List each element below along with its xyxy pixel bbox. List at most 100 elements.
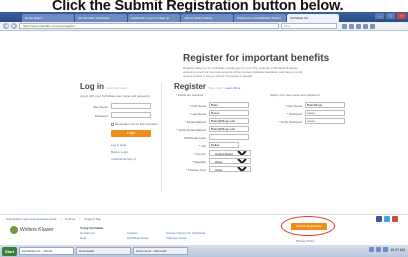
forward-icon[interactable]: ▶ [11, 23, 17, 29]
twitter-icon[interactable] [384, 216, 390, 222]
print-icon[interactable] [363, 23, 368, 29]
footer-link[interactable]: Subscription and License Agreements [6, 217, 56, 221]
zip-label: ZIP/Postal Code [184, 136, 206, 140]
remember-label: Remember me on this computer [115, 122, 158, 126]
practice-type-select[interactable]: Other [209, 166, 251, 172]
login-heading: Log in (returning User) [80, 82, 128, 91]
browser-tab-active[interactable]: UpToDate Inc. [287, 14, 339, 22]
footer-nav: Subscription and License Agreements | Po… [0, 214, 408, 223]
footer-link[interactable]: Training Center [166, 236, 205, 241]
googleplus-icon[interactable] [392, 216, 398, 222]
browser-tab[interactable]: Yahoo! Online Dating [181, 14, 233, 22]
verify-email-label: * Verify Email Address [176, 128, 206, 132]
specialty-select[interactable]: Other [209, 158, 251, 164]
first-name-input[interactable]: Brian [209, 102, 249, 108]
footer-link[interactable]: Help [80, 236, 103, 241]
city-label: * City [198, 144, 206, 148]
browser-tab[interactable]: Welcome to Ovid/Wolters Kluwer [234, 14, 286, 22]
password-label: Password [94, 114, 108, 118]
minimize-icon[interactable]: – [375, 13, 384, 19]
username-label: User Name [92, 105, 108, 109]
footer-link[interactable]: Support Tag [84, 217, 100, 221]
login-links: Log in Help Before Login Institutional S… [111, 143, 161, 161]
login-password-input[interactable] [111, 112, 151, 118]
verify-email-input[interactable]: Brian@Mingo.edu [209, 126, 249, 132]
separator: | [79, 217, 81, 221]
browser-window: Home Reach UK Journals: Subscribe Facebo… [0, 12, 408, 257]
maximize-icon[interactable]: □ [386, 13, 395, 19]
before-login-link[interactable]: Before Login [111, 150, 161, 154]
city-input[interactable]: Dallas [209, 142, 239, 148]
wolters-kluwer-logo: Wolters Kluwer [10, 226, 54, 234]
register-notes: * Fields are required Select your user n… [174, 93, 346, 99]
url-input[interactable]: https://www.uptodate.com/user/register [19, 23, 279, 29]
taskbar-item[interactable]: Document1 - Microsoft [133, 247, 189, 255]
practice-type-label: * Practice Type [185, 168, 206, 172]
facebook-icon[interactable] [376, 216, 382, 222]
footer-column-2: Careers UpToDate News [127, 226, 149, 241]
user-name-input[interactable]: BrianMingo [305, 102, 345, 108]
start-button[interactable]: Start [2, 246, 18, 256]
footer-link[interactable]: Policies [65, 217, 75, 221]
browser-tab[interactable]: Facebook | Log in or Sign up [128, 14, 180, 22]
first-name-label: * First Name [189, 104, 206, 108]
last-name-label: * Last Name [189, 112, 206, 116]
taskbar-item[interactable]: Downloads [76, 247, 132, 255]
address-bar: ◀ ▶ https://www.uptodate.com/user/regist… [0, 22, 408, 31]
register-heading: Register (New User) Learn More [174, 82, 241, 91]
footer-column-3: Access Options for UpToDate Training Cen… [166, 226, 205, 241]
login-intro: Log in with your UpToDate user name and … [80, 94, 151, 98]
page-title: Register for important benefits [183, 53, 330, 64]
favorites-icon[interactable] [349, 23, 354, 29]
toolbar-icons [342, 23, 375, 29]
user-name-label: * User Name [284, 104, 302, 108]
institutional-signin-link[interactable]: Institutional Sign In [111, 157, 161, 161]
footer-column-1: Using UpToDate Contact Us Help [80, 226, 103, 241]
last-name-input[interactable]: Rosse [209, 110, 249, 116]
back-icon[interactable]: ◀ [3, 23, 9, 29]
clock: 10:07 AM [390, 247, 405, 252]
zip-input[interactable] [209, 134, 249, 140]
security-icon[interactable] [383, 247, 389, 252]
taskbar-item[interactable]: UpToDate Inc. - Windo [19, 247, 75, 255]
page-content: Register for important benefits Register… [0, 31, 408, 245]
feeds-icon[interactable] [356, 23, 361, 29]
verify-password-label: * Verify Password [278, 120, 302, 124]
footer-link[interactable]: UpToDate News [127, 236, 149, 241]
tab-bar: Home Reach UK Journals: Subscribe Facebo… [0, 12, 408, 22]
window-controls: – □ × [375, 13, 406, 19]
separator: | [60, 217, 62, 221]
system-tray: 10:07 AM [369, 247, 405, 252]
register-panel: Register (New User) Learn More * Fields ar… [174, 82, 346, 243]
credentials-note: Select your user name and password [270, 93, 320, 97]
login-panel: Log in (returning User) Log in with your … [80, 82, 162, 192]
verify-password-input[interactable]: •••••••• [305, 118, 345, 124]
login-heading-note: (returning User) [106, 86, 128, 90]
logo-mark-icon [10, 226, 18, 234]
home-icon[interactable] [342, 23, 347, 29]
browser-tab[interactable]: Home Reach [22, 14, 74, 22]
learn-more-link[interactable]: Learn More [225, 86, 240, 90]
footer-col-title: Using UpToDate [80, 226, 104, 230]
tools-icon[interactable] [370, 23, 375, 29]
password-input[interactable]: •••••••• [305, 110, 345, 116]
windows-taskbar: Start UpToDate Inc. - Windo Downloads Do… [0, 245, 408, 257]
browser-tab[interactable]: UK Journals: Subscribe [75, 14, 127, 22]
required-note: * Fields are required [176, 93, 204, 97]
remember-me[interactable]: Remember me on this computer [111, 122, 161, 126]
specialty-label: * Specialty [191, 160, 206, 164]
login-username-input[interactable] [111, 103, 151, 109]
country-select[interactable]: United States/Amer [209, 150, 251, 156]
network-icon[interactable] [369, 247, 375, 252]
login-help-link[interactable]: Log in Help [111, 143, 161, 147]
register-heading-note: (New User) [208, 86, 224, 90]
login-button[interactable]: Login [111, 130, 151, 137]
password-label: * Password [286, 112, 302, 116]
email-label: * Email Address [184, 120, 206, 124]
email-input[interactable]: Brian@Mingo.edu [209, 118, 249, 124]
volume-icon[interactable] [376, 247, 382, 252]
close-icon[interactable]: × [397, 13, 406, 19]
search-input[interactable]: Bing [281, 23, 337, 29]
remember-checkbox[interactable] [111, 122, 114, 126]
country-label: * Country [193, 152, 206, 156]
